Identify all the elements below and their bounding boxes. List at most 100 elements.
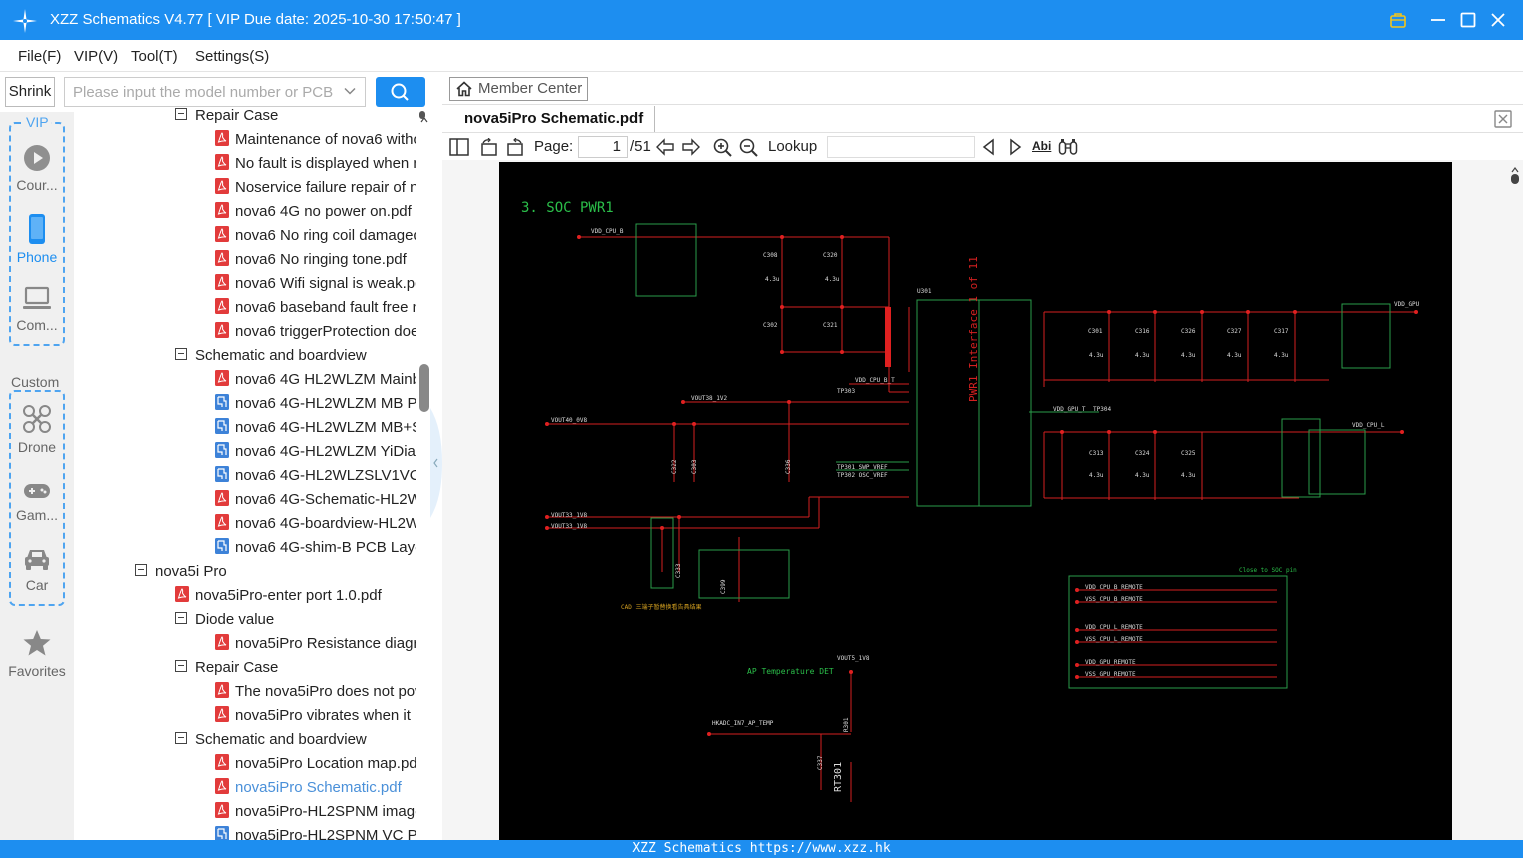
search-button[interactable] (376, 77, 425, 107)
rotate-left-icon[interactable] (479, 138, 499, 156)
tree-file[interactable]: The nova5iPro does not power (215, 682, 416, 706)
part-label: C303 (691, 459, 698, 474)
tree-file[interactable]: Noservice failure repair of nova (215, 178, 416, 202)
pdf-file-icon (215, 250, 229, 267)
pdf-file-icon (215, 130, 229, 147)
tree-file[interactable]: nova6 4G-HL2WLZM MB PCB la (215, 394, 416, 418)
value-label: 4.3u (1181, 472, 1196, 479)
search-icon (391, 83, 409, 101)
menu-file[interactable]: File(F) (18, 48, 61, 65)
tree-file[interactable]: nova5iPro Resistance diagram c (215, 634, 416, 658)
tree-file[interactable]: nova6 4G HL2WLZM Mainbord (215, 370, 416, 394)
pdf-file-icon (215, 634, 229, 651)
tree-file[interactable]: nova6 4G no power on.pdf (215, 202, 412, 226)
tree-folder[interactable]: Repair Case (175, 658, 278, 682)
tree-item-label: nova6 4G-HL2WLZM YiDianTon (235, 443, 416, 460)
rotate-right-icon[interactable] (505, 138, 525, 156)
tree-file[interactable]: nova5iPro-enter port 1.0.pdf (175, 586, 382, 610)
tree-file[interactable]: No fault is displayed when nova (215, 154, 416, 178)
tree-file[interactable]: nova5iPro-HL2SPNM VC PCB la (215, 826, 416, 840)
close-tab-icon[interactable] (1494, 110, 1512, 128)
shrink-button[interactable]: Shrink (5, 77, 55, 107)
tree-file[interactable]: nova5iPro Schematic.pdf (215, 778, 402, 802)
document-tab[interactable]: nova5iPro Schematic.pdf (450, 106, 655, 132)
tree-file[interactable]: nova6 4G-shim-B PCB Layer.pcb (215, 538, 416, 562)
next-page-icon[interactable] (681, 138, 701, 156)
match-case-button[interactable]: Abi (1032, 139, 1051, 153)
tree-file[interactable]: nova6 4G-boardview-HL2WLZM (215, 514, 416, 538)
tree-file[interactable]: nova5iPro-HL2SPNM image.pdf (215, 802, 416, 826)
member-center-button[interactable]: Member Center (449, 77, 588, 101)
value-label: 4.3u (1135, 472, 1150, 479)
tree-folder[interactable]: Schematic and boardview (175, 346, 367, 370)
category-courses[interactable]: Cour... (7, 144, 67, 193)
pdf-file-icon (215, 322, 229, 339)
net-label: VDD_CPU_L (1352, 422, 1385, 429)
tree-file[interactable]: Maintenance of nova6 without (215, 130, 416, 154)
find-next-icon[interactable] (1007, 138, 1023, 156)
tree-file[interactable]: nova6 baseband fault free main (215, 298, 416, 322)
tree-item-label: nova6 triggerProtection does n (235, 323, 416, 340)
panel-splitter[interactable] (430, 72, 442, 840)
tree-file[interactable]: nova6 triggerProtection does n (215, 322, 416, 346)
menu-settings[interactable]: Settings(S) (195, 48, 269, 65)
category-label: Cour... (16, 177, 58, 193)
find-previous-icon[interactable] (981, 138, 997, 156)
tree-file[interactable]: nova5iPro Location map.pdf (215, 754, 416, 778)
previous-page-icon[interactable] (655, 138, 675, 156)
tree-item-label: nova6 4G-Schematic-HL2WLZM (235, 491, 416, 508)
zoom-out-icon[interactable] (739, 138, 759, 158)
category-favorites[interactable]: Favorites (0, 628, 74, 679)
home-icon (456, 81, 472, 97)
tree-folder[interactable]: Repair Case (175, 108, 278, 130)
sidebar-toggle-icon[interactable] (449, 138, 469, 156)
tree-file[interactable]: nova6 Wifi signal is weak.pdf (215, 274, 416, 298)
binoculars-icon[interactable] (1058, 138, 1078, 156)
net-label: VDD_GPU_T (1053, 406, 1086, 413)
category-car[interactable]: Car (7, 546, 67, 593)
category-drone[interactable]: Drone (7, 404, 67, 455)
tree-file[interactable]: nova6 4G-HL2WLZM MB+SUB \ (215, 418, 416, 442)
schematic-page[interactable]: 3. SOC PWR1 VDD_CPU_B VDD_GPU VDD_CPU_L … (499, 162, 1452, 840)
search-input[interactable] (65, 78, 335, 106)
category-game[interactable]: Gam... (7, 480, 67, 523)
tree-item-label: nova6 4G-HL2WLZSLV1VCshim- (235, 467, 416, 484)
vip-bag-icon[interactable] (1389, 11, 1407, 29)
menu-vip[interactable]: VIP(V) (74, 48, 118, 65)
zoom-in-icon[interactable] (713, 138, 733, 158)
tree-file[interactable]: nova6 4G-HL2WLZM YiDianTon (215, 442, 416, 466)
collapse-toggle-icon[interactable] (175, 660, 187, 673)
collapse-toggle-icon[interactable] (175, 732, 187, 745)
collapse-toggle-icon[interactable] (175, 108, 187, 121)
viewer-scrollbar[interactable] (1509, 162, 1521, 840)
part-label: PWR1 Interface 1 of 11 (967, 256, 980, 402)
page-label: Page: (534, 138, 574, 155)
collapse-toggle-icon[interactable] (135, 564, 147, 577)
tree-file[interactable]: nova6 No ring coil damaged.pd (215, 226, 416, 250)
category-label: Com... (16, 317, 58, 333)
tree-item-label: nova5iPro Resistance diagram c (235, 635, 416, 652)
collapse-handle-icon[interactable] (430, 408, 442, 518)
maximize-icon[interactable] (1459, 11, 1477, 29)
menu-tool[interactable]: Tool(T) (131, 48, 178, 65)
tree-folder[interactable]: Schematic and boardview (175, 730, 367, 754)
category-computer[interactable]: Com... (7, 286, 67, 333)
tree-folder[interactable]: nova5i Pro (135, 562, 227, 586)
close-icon[interactable] (1489, 11, 1507, 29)
collapse-toggle-icon[interactable] (175, 612, 187, 625)
tree-folder[interactable]: Diode value (175, 610, 274, 634)
vip-group-label: VIP (24, 114, 51, 130)
page-number-input[interactable]: 1 (578, 136, 628, 158)
collapse-toggle-icon[interactable] (175, 348, 187, 361)
lookup-input[interactable] (827, 136, 975, 158)
tree-file[interactable]: nova6 No ringing tone.pdf (215, 250, 407, 274)
tree-file[interactable]: nova6 4G-Schematic-HL2WLZM (215, 490, 416, 514)
search-box[interactable] (64, 77, 366, 107)
tree-item-label: nova6 4G-HL2WLZM MB PCB la (235, 395, 416, 412)
category-phone[interactable]: Phone (7, 214, 67, 265)
chevron-down-icon[interactable] (343, 84, 357, 98)
minimize-icon[interactable] (1429, 11, 1447, 29)
tree-file[interactable]: nova5iPro vibrates when it is sw (215, 706, 416, 730)
tree-scrollbar[interactable] (418, 110, 430, 840)
tree-file[interactable]: nova6 4G-HL2WLZSLV1VCshim- (215, 466, 416, 490)
